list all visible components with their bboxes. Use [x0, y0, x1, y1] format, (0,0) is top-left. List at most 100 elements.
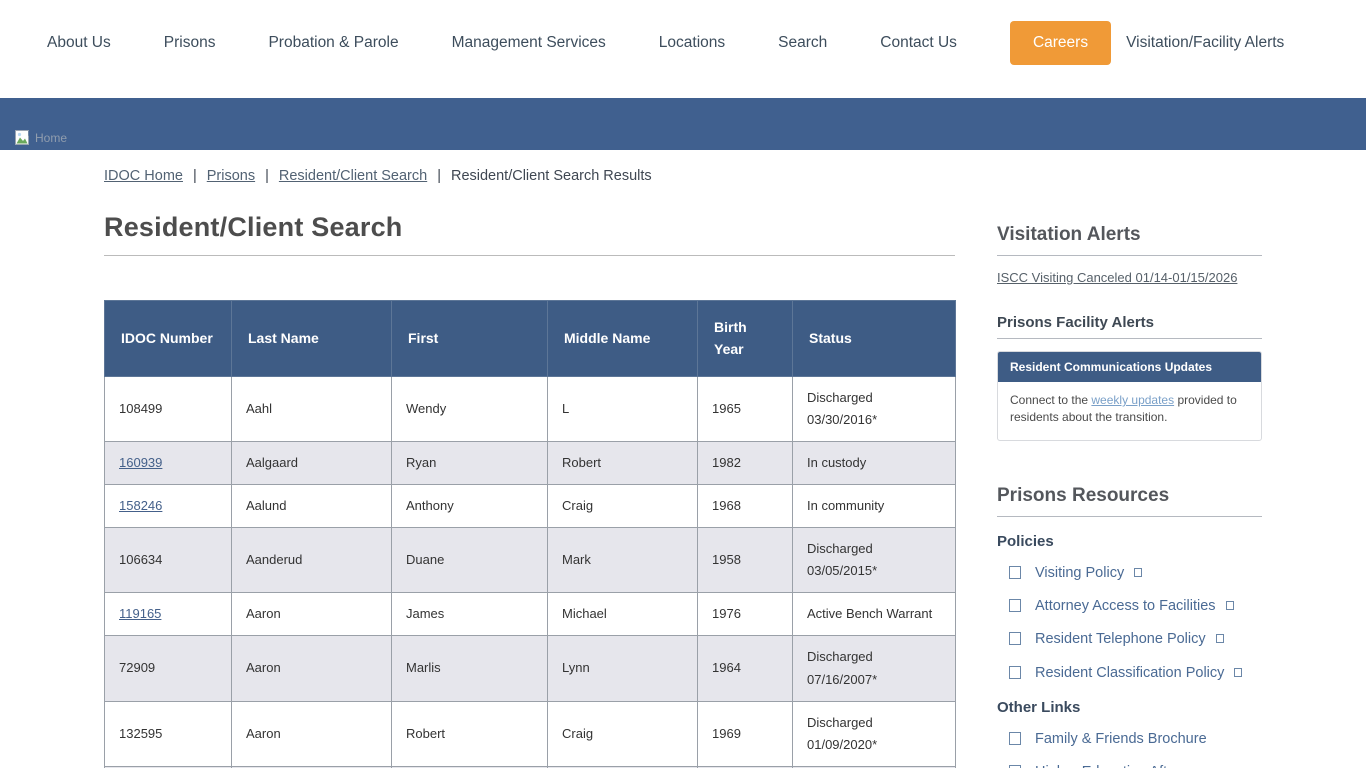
- resource-link[interactable]: Visiting Policy: [1035, 565, 1124, 581]
- cell-first-name: Ryan: [392, 441, 548, 484]
- nav-item-search[interactable]: Search: [778, 34, 827, 52]
- results-column: Resident/Client Search IDOC NumberLast N…: [104, 212, 955, 768]
- home-link-label: Home: [35, 131, 67, 145]
- table-row: 108499 Aahl Wendy L 1965 Discharged 03/3…: [105, 376, 956, 441]
- cell-birth-year: 1965: [698, 376, 793, 441]
- table-header-row: IDOC NumberLast NameFirstMiddle NameBirt…: [105, 301, 956, 377]
- broken-image-icon: [15, 130, 32, 145]
- facility-alerts-heading: Prisons Facility Alerts: [997, 314, 1262, 339]
- bullet-box-icon: [1009, 732, 1021, 745]
- cell-middle-name: Craig: [548, 701, 698, 766]
- list-item: Visiting Policy: [1009, 563, 1262, 583]
- nav-item-probation-parole[interactable]: Probation & Parole: [268, 34, 398, 52]
- resource-link[interactable]: Resident Classification Policy: [1035, 665, 1224, 681]
- cell-last-name: Aaron: [232, 636, 392, 701]
- list-item: Attorney Access to Facilities: [1009, 596, 1262, 616]
- cell-middle-name: Craig: [548, 485, 698, 528]
- cell-idoc-number: 106634: [105, 528, 232, 593]
- nav-item-prisons[interactable]: Prisons: [164, 34, 216, 52]
- cell-idoc-number: 160939: [105, 441, 232, 484]
- external-link-icon: [1134, 568, 1142, 577]
- cell-status: Discharged 03/05/2015*: [793, 528, 956, 593]
- bullet-box-icon: [1009, 566, 1021, 579]
- resource-link[interactable]: Higher Education After Incarceration: [1035, 764, 1180, 768]
- breadcrumb-link[interactable]: IDOC Home: [104, 168, 183, 184]
- cell-middle-name: Lynn: [548, 636, 698, 701]
- panel-body: Connect to the weekly updates provided t…: [998, 382, 1261, 440]
- nav-item-careers[interactable]: Careers: [1010, 21, 1111, 65]
- bullet-box-icon: [1009, 632, 1021, 645]
- sidebar: Visitation Alerts ISCC Visiting Canceled…: [997, 212, 1262, 768]
- nav-item-management-services[interactable]: Management Services: [452, 34, 606, 52]
- resource-link[interactable]: Resident Telephone Policy: [1035, 631, 1206, 647]
- idoc-number-link[interactable]: 119165: [119, 606, 161, 621]
- resource-link[interactable]: Attorney Access to Facilities: [1035, 598, 1216, 614]
- external-link-icon: [1226, 601, 1234, 610]
- top-navigation: About Us Prisons Probation & Parole Managem…: [0, 0, 1366, 98]
- bullet-box-icon: [1009, 666, 1021, 679]
- nav-item-about-us[interactable]: About Us: [47, 34, 111, 52]
- cell-idoc-number: 158246: [105, 485, 232, 528]
- column-header: Birth Year: [698, 301, 793, 377]
- weekly-updates-link[interactable]: weekly updates: [1091, 393, 1174, 407]
- cell-status: In custody: [793, 441, 956, 484]
- resident-results-table: IDOC NumberLast NameFirstMiddle NameBirt…: [104, 300, 956, 768]
- cell-first-name: Wendy: [392, 376, 548, 441]
- breadcrumb-link[interactable]: Prisons: [207, 168, 255, 184]
- nav-item-locations[interactable]: Locations: [659, 34, 725, 52]
- home-link[interactable]: Home: [15, 130, 67, 145]
- panel-text-prefix: Connect to the: [1010, 393, 1091, 407]
- external-link-icon: [1234, 668, 1242, 677]
- list-item: Family & Friends Brochure: [1009, 729, 1262, 749]
- idoc-number-link[interactable]: 160939: [119, 455, 162, 470]
- cell-last-name: Aaron: [232, 593, 392, 636]
- column-header: IDOC Number: [105, 301, 232, 377]
- cell-idoc-number: 72909: [105, 636, 232, 701]
- resource-link[interactable]: Family & Friends Brochure: [1035, 731, 1207, 747]
- cell-first-name: Anthony: [392, 485, 548, 528]
- cell-middle-name: Mark: [548, 528, 698, 593]
- list-item: Higher Education After Incarceration: [1009, 762, 1262, 768]
- breadcrumb-separator: |: [437, 168, 441, 184]
- cell-middle-name: L: [548, 376, 698, 441]
- site-banner: Home: [0, 98, 1366, 150]
- table-row: 132595 Aaron Robert Craig 1969 Discharge…: [105, 701, 956, 766]
- bullet-box-icon: [1009, 599, 1021, 612]
- cell-first-name: Marlis: [392, 636, 548, 701]
- resources-groups: Policies Visiting Policy Attorney Access…: [997, 533, 1262, 768]
- nav-item-contact-us[interactable]: Contact Us: [880, 34, 957, 52]
- list-item: Resident Classification Policy: [1009, 663, 1262, 683]
- cell-last-name: Aalund: [232, 485, 392, 528]
- cell-status: In community: [793, 485, 956, 528]
- breadcrumb: IDOC Home | Prisons | Resident/Client Search…: [104, 168, 1366, 184]
- list-item: Resident Telephone Policy: [1009, 629, 1262, 649]
- breadcrumb-current: Resident/Client Search Results: [451, 168, 652, 184]
- cell-first-name: James: [392, 593, 548, 636]
- cell-birth-year: 1968: [698, 485, 793, 528]
- table-row: 106634 Aanderud Duane Mark 1958 Discharg…: [105, 528, 956, 593]
- idoc-number-link[interactable]: 158246: [119, 498, 162, 513]
- cell-first-name: Robert: [392, 701, 548, 766]
- table-row: 160939 Aalgaard Ryan Robert 1982 In cust…: [105, 441, 956, 484]
- table-row: 72909 Aaron Marlis Lynn 1964 Discharged …: [105, 636, 956, 701]
- page-title: Resident/Client Search: [104, 212, 955, 256]
- visitation-alert-link[interactable]: ISCC Visiting Canceled 01/14-01/15/2026: [997, 270, 1237, 285]
- cell-status: Discharged 03/30/2016*: [793, 376, 956, 441]
- resource-group-title: Policies: [997, 533, 1262, 550]
- table-body: 108499 Aahl Wendy L 1965 Discharged 03/3…: [105, 376, 956, 768]
- cell-last-name: Aalgaard: [232, 441, 392, 484]
- cell-birth-year: 1969: [698, 701, 793, 766]
- external-link-icon: [1216, 634, 1224, 643]
- table-row: 158246 Aalund Anthony Craig 1968 In comm…: [105, 485, 956, 528]
- cell-status: Discharged 07/16/2007*: [793, 636, 956, 701]
- visitation-alerts-heading: Visitation Alerts: [997, 224, 1262, 256]
- cell-first-name: Duane: [392, 528, 548, 593]
- cell-idoc-number: 108499: [105, 376, 232, 441]
- resource-link-list: Visiting Policy Attorney Access to Facil…: [997, 563, 1262, 683]
- nav-item-visitation-facility-alerts[interactable]: Visitation/Facility Alerts: [1126, 34, 1284, 52]
- breadcrumb-link[interactable]: Resident/Client Search: [279, 168, 427, 184]
- cell-idoc-number: 132595: [105, 701, 232, 766]
- column-header: Status: [793, 301, 956, 377]
- column-header: Last Name: [232, 301, 392, 377]
- breadcrumb-separator: |: [193, 168, 197, 184]
